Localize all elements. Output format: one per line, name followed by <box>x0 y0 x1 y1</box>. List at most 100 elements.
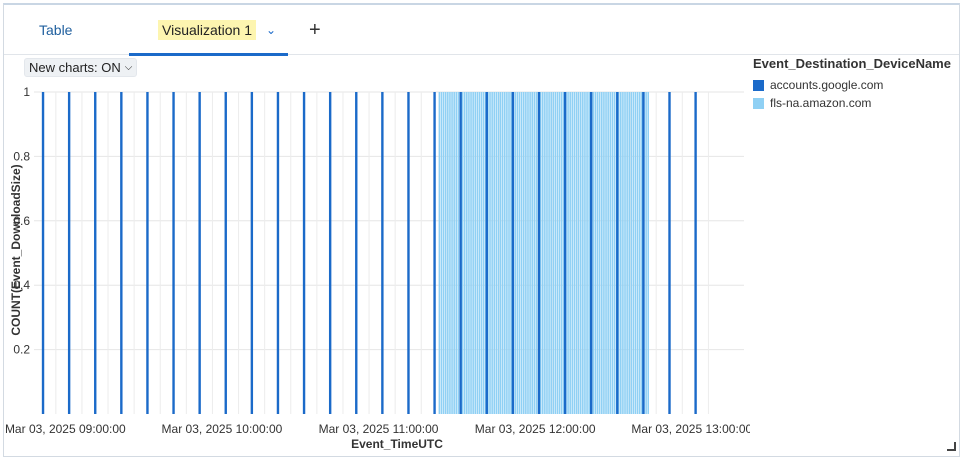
bar-accounts-google <box>120 92 123 414</box>
bar-fls-na-amazon <box>638 92 641 414</box>
bar-fls-na-amazon <box>453 92 455 414</box>
legend-swatch <box>753 79 764 91</box>
bar-accounts-google <box>642 92 645 414</box>
bar-fls-na-amazon <box>634 92 637 414</box>
bar-fls-na-amazon <box>529 92 531 414</box>
y-tick-label: 0.2 <box>13 343 30 357</box>
bar-fls-na-amazon <box>609 92 612 414</box>
x-axis-ticks: Mar 03, 2025 09:00:00 Mar 03, 2025 10:00:… <box>5 422 750 436</box>
chevron-down-icon: ⌵ <box>124 62 133 73</box>
bar-accounts-google <box>172 92 175 414</box>
bar-fls-na-amazon <box>645 92 647 414</box>
bar-fls-na-amazon <box>622 92 624 414</box>
bar-fls-na-amazon <box>493 92 496 414</box>
legend-item-fls-na-amazon[interactable]: fls-na.amazon.com <box>753 94 958 112</box>
tab-table[interactable]: Table <box>39 5 72 55</box>
bar-fls-na-amazon <box>440 92 443 414</box>
bar-fls-na-amazon <box>476 92 479 414</box>
bar-accounts-google <box>67 92 71 414</box>
tab-visualization-label: Visualization 1 <box>158 20 257 40</box>
bar-fls-na-amazon <box>480 92 483 414</box>
bar-accounts-google <box>511 92 515 414</box>
bar-fls-na-amazon <box>647 92 650 414</box>
bar-fls-na-amazon <box>605 92 607 414</box>
bar-fls-na-amazon <box>514 92 517 414</box>
bar-fls-na-amazon <box>592 92 595 414</box>
y-axis-label: COUNT(Event_DownloadSize) <box>9 164 23 335</box>
bar-fls-na-amazon <box>558 92 561 414</box>
legend-title: Event_Destination_DeviceName <box>753 56 951 71</box>
x-axis-label: Event_TimeUTC <box>351 437 443 451</box>
x-tick-label: Mar 03, 2025 13:00:00 <box>631 422 750 436</box>
bar-fls-na-amazon <box>491 92 493 414</box>
active-tab-indicator <box>129 53 288 56</box>
bar-accounts-google <box>459 92 462 414</box>
bar-fls-na-amazon <box>497 92 500 414</box>
bar-fls-na-amazon <box>510 92 512 414</box>
bar-fls-na-amazon <box>624 92 626 414</box>
bar-accounts-google <box>668 92 671 414</box>
bar-accounts-google <box>146 92 149 414</box>
plus-icon: + <box>309 18 321 41</box>
bar-fls-na-amazon <box>632 92 635 414</box>
chevron-down-icon[interactable]: ⌄ <box>266 23 276 37</box>
bar-fls-na-amazon <box>444 92 447 414</box>
bar-fls-na-amazon <box>596 92 599 414</box>
bar-fls-na-amazon <box>527 92 529 414</box>
add-tab-button[interactable]: + <box>309 5 321 55</box>
bar-fls-na-amazon <box>525 92 527 414</box>
bar-fls-na-amazon <box>556 92 559 414</box>
bar-fls-na-amazon <box>516 92 519 414</box>
bar-fls-na-amazon <box>541 92 544 414</box>
legend-item-accounts-google[interactable]: accounts.google.com <box>753 76 958 94</box>
resize-handle[interactable] <box>947 442 956 451</box>
bar-fls-na-amazon <box>451 92 453 414</box>
bar-fls-na-amazon <box>495 92 498 414</box>
bar-fls-na-amazon <box>531 92 534 414</box>
bar-accounts-google <box>485 92 488 414</box>
bar-accounts-google <box>694 92 697 414</box>
bar-fls-na-amazon <box>489 92 491 414</box>
x-tick-label: Mar 03, 2025 10:00:00 <box>162 422 283 436</box>
bar-fls-na-amazon <box>442 92 445 414</box>
bar-fls-na-amazon <box>470 92 472 414</box>
y-tick-label: 1 <box>23 85 30 99</box>
bar-fls-na-amazon <box>613 92 616 414</box>
bar-fls-na-amazon <box>577 92 580 414</box>
bar-accounts-google <box>41 92 45 414</box>
x-tick-label: Mar 03, 2025 12:00:00 <box>475 422 596 436</box>
bar-fls-na-amazon <box>586 92 588 414</box>
bar-accounts-google <box>407 92 410 414</box>
bar-fls-na-amazon <box>544 92 546 414</box>
bar-accounts-google <box>355 92 358 414</box>
bar-accounts-google <box>250 92 254 414</box>
bar-fls-na-amazon <box>575 92 578 414</box>
bar-fls-na-amazon <box>552 92 555 414</box>
bar-fls-na-amazon <box>601 92 603 414</box>
bar-fls-na-amazon <box>584 92 586 414</box>
bar-fls-na-amazon <box>628 92 631 414</box>
x-tick-label: Mar 03, 2025 11:00:00 <box>319 422 439 436</box>
y-tick-label: 0.8 <box>13 149 30 163</box>
bar-accounts-google <box>381 92 384 414</box>
tab-visualization-1[interactable]: Visualization 1 ⌄ <box>129 5 288 56</box>
legend-item-label: fls-na.amazon.com <box>770 96 872 110</box>
bar-fls-na-amazon <box>508 92 510 414</box>
x-tick-label: Mar 03, 2025 09:00:00 <box>5 422 126 436</box>
bar-fls-na-amazon <box>474 92 477 414</box>
bar-accounts-google <box>616 92 619 414</box>
bar-fls-na-amazon <box>522 92 525 414</box>
bar-accounts-google <box>198 92 201 414</box>
bar-accounts-google <box>224 92 227 414</box>
bar-fls-na-amazon <box>573 92 576 414</box>
chart-legend: Event_Destination_DeviceName accounts.go… <box>753 56 958 112</box>
bar-accounts-google <box>302 92 306 414</box>
bar-fls-na-amazon <box>463 92 466 414</box>
bar-fls-na-amazon <box>535 92 538 414</box>
bar-fls-na-amazon <box>567 92 569 414</box>
bar-fls-na-amazon <box>466 92 468 414</box>
bar-fls-na-amazon <box>607 92 609 414</box>
bar-fls-na-amazon <box>569 92 571 414</box>
bar-fls-na-amazon <box>611 92 614 414</box>
bar-fls-na-amazon <box>499 92 502 414</box>
